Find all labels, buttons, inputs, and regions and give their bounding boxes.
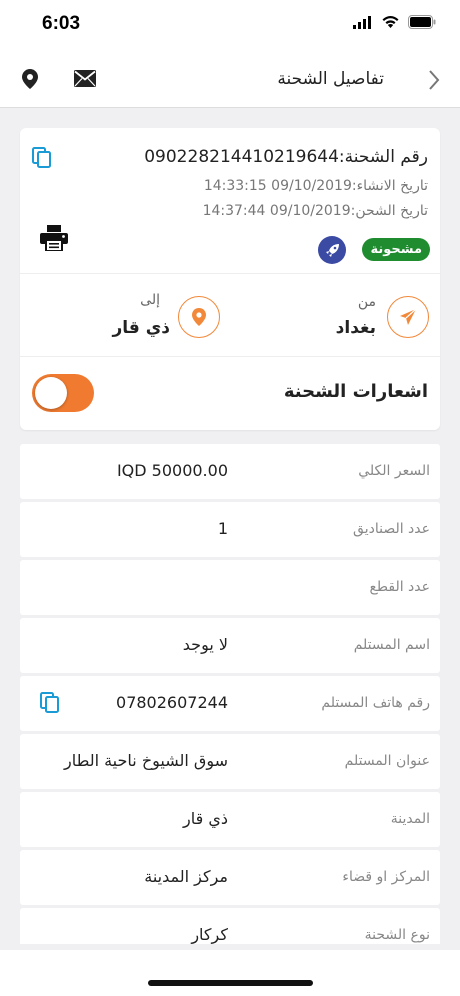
home-indicator — [148, 980, 313, 986]
rocket-icon — [318, 236, 346, 264]
send-plane-icon — [387, 296, 429, 338]
detail-value: 07802607244 — [116, 693, 228, 712]
details-list: السعر الكلي IQD 50000.00 عدد الصناديق 1 … — [20, 444, 440, 944]
status-badge: مشحونة — [362, 238, 430, 261]
copy-icon[interactable] — [32, 147, 52, 173]
shipment-number: رقم الشحنة:090228214410219644 — [144, 147, 428, 167]
detail-label: المدينة — [390, 811, 430, 827]
notifications-label: اشعارات الشحنة — [283, 381, 428, 402]
battery-icon — [408, 15, 436, 29]
toggle-knob — [35, 377, 67, 409]
detail-row-boxes: عدد الصناديق 1 — [20, 502, 440, 557]
detail-row-recipient-phone: رقم هاتف المستلم 07802607244 — [20, 676, 440, 731]
detail-value: ذي قار — [183, 809, 228, 828]
detail-label: نوع الشحنة — [364, 927, 430, 943]
divider — [20, 356, 440, 357]
detail-value: مركز المدينة — [144, 867, 228, 886]
mail-icon[interactable] — [74, 70, 96, 91]
detail-label: اسم المستلم — [353, 637, 430, 653]
copy-icon[interactable] — [40, 692, 60, 718]
detail-label: رقم هاتف المستلم — [321, 695, 430, 711]
page-title: تفاصيل الشحنة — [277, 69, 384, 89]
detail-label: السعر الكلي — [358, 463, 430, 479]
print-icon[interactable] — [40, 225, 68, 255]
created-date: تاريخ الانشاء:09/10/2019 14:33:15 — [203, 178, 428, 194]
detail-row-district: المركز او قضاء مركز المدينة — [20, 850, 440, 905]
detail-value: IQD 50000.00 — [116, 461, 228, 480]
detail-row-total-price: السعر الكلي IQD 50000.00 — [20, 444, 440, 499]
status-time: 6:03 — [42, 13, 81, 34]
back-chevron-icon[interactable] — [428, 69, 440, 95]
detail-value: سوق الشيوخ ناحية الطار — [63, 751, 228, 770]
detail-value: كركار — [191, 925, 228, 944]
detail-row-shipment-type: نوع الشحنة كركار — [20, 908, 440, 944]
to-city: ذي قار — [112, 318, 170, 338]
location-pin-icon[interactable] — [21, 68, 39, 94]
detail-label: عنوان المستلم — [344, 753, 430, 769]
status-icons — [353, 15, 436, 29]
shipped-date: تاريخ الشحن:09/10/2019 14:37:44 — [202, 203, 428, 219]
destination-pin-icon — [178, 296, 220, 338]
nav-bar: تفاصيل الشحنة — [0, 50, 460, 108]
signal-icon — [353, 15, 371, 29]
detail-label: عدد الصناديق — [353, 521, 430, 537]
detail-value: 1 — [217, 519, 228, 538]
detail-row-recipient-name: اسم المستلم لا يوجد — [20, 618, 440, 673]
detail-value: لا يوجد — [182, 635, 228, 654]
notifications-toggle[interactable] — [32, 374, 94, 412]
bottom-bar — [0, 950, 460, 996]
status-bar: 6:03 — [0, 0, 460, 50]
from-city: بغداد — [335, 318, 376, 338]
from-label: من — [357, 294, 376, 310]
detail-label: عدد القطع — [369, 579, 430, 595]
wifi-icon — [382, 16, 399, 28]
detail-row-pieces: عدد القطع — [20, 560, 440, 615]
to-label: إلى — [140, 292, 160, 308]
divider — [20, 273, 440, 274]
detail-row-recipient-address: عنوان المستلم سوق الشيوخ ناحية الطار — [20, 734, 440, 789]
shipment-card: رقم الشحنة:090228214410219644 تاريخ الان… — [20, 128, 440, 430]
detail-row-city: المدينة ذي قار — [20, 792, 440, 847]
detail-label: المركز او قضاء — [342, 869, 430, 885]
